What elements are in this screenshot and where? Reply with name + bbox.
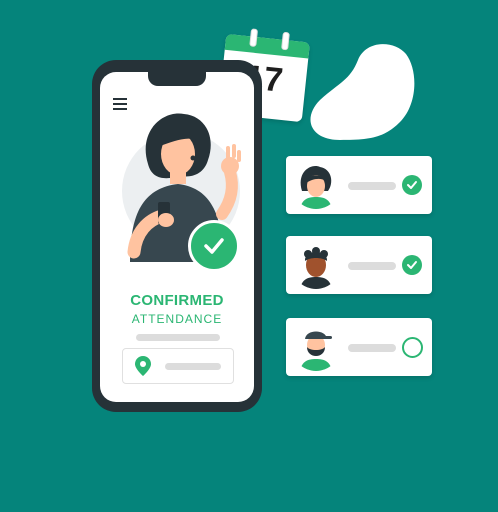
confirmed-check-icon[interactable]: [402, 175, 422, 195]
phone-mockup: CONFIRMED ATTENDANCE: [92, 60, 262, 412]
attendance-subtitle: ATTENDANCE: [131, 312, 223, 326]
attendee-name-placeholder: [348, 262, 396, 270]
attendee-name-placeholder: [348, 182, 396, 190]
confirmed-title: CONFIRMED: [130, 292, 224, 309]
bearded-man-avatar-icon: [292, 323, 340, 371]
location-placeholder-bar: [165, 363, 221, 370]
man-curly-avatar-icon: [292, 241, 340, 289]
attendee-card-2[interactable]: [286, 236, 432, 294]
confirmed-check-icon: [188, 220, 240, 272]
woman-avatar-icon: [292, 161, 340, 209]
pending-circle-icon[interactable]: [402, 337, 423, 358]
attendee-name-placeholder: [348, 344, 396, 352]
phone-screen: CONFIRMED ATTENDANCE: [100, 72, 254, 402]
decorative-blob: [310, 44, 415, 140]
confirmed-check-icon[interactable]: [402, 255, 422, 275]
phone-notch: [148, 72, 206, 86]
location-field[interactable]: [122, 348, 234, 384]
text-placeholder-bar: [136, 334, 220, 341]
attendee-card-1[interactable]: [286, 156, 432, 214]
location-pin-icon: [135, 356, 151, 376]
attendee-card-3[interactable]: [286, 318, 432, 376]
